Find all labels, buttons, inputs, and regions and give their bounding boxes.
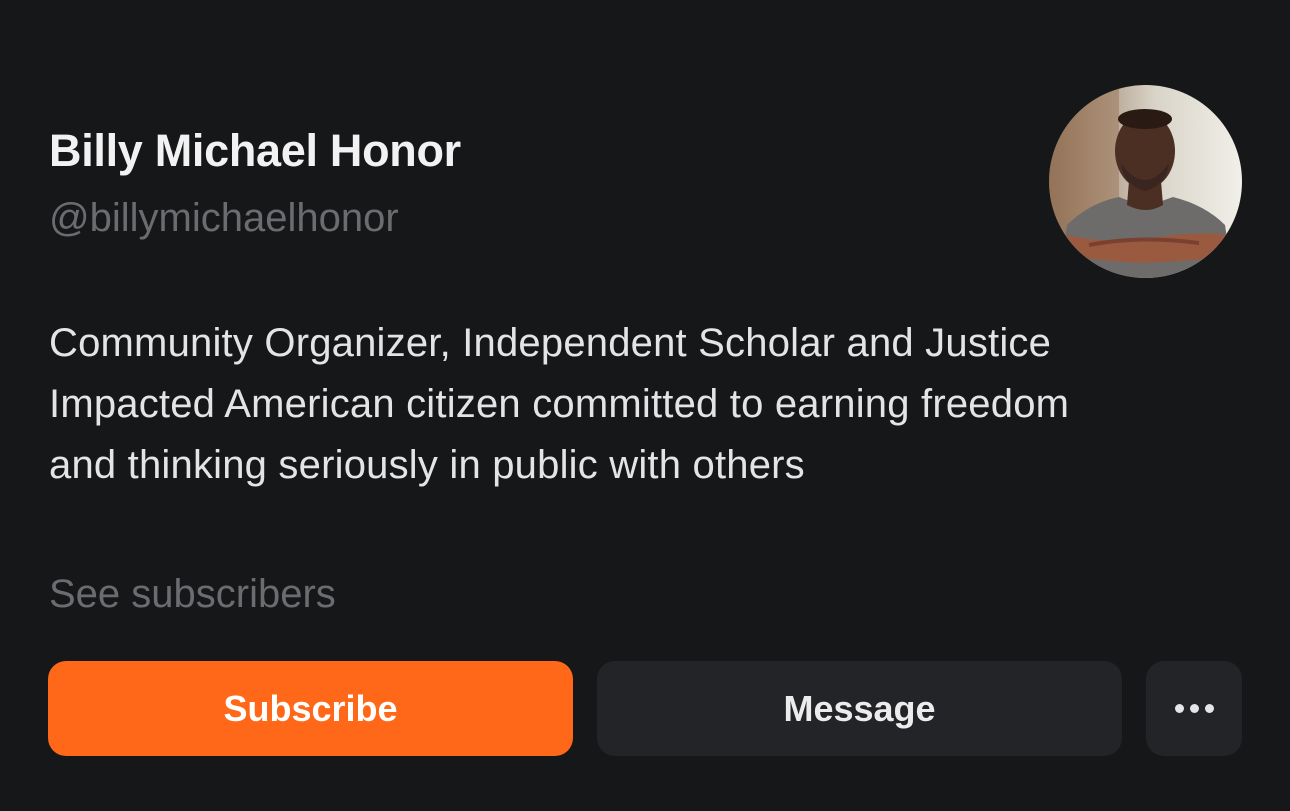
message-button-label: Message <box>783 687 936 729</box>
subscribe-button[interactable]: Subscribe <box>48 661 573 756</box>
bio-line: Community Organizer, Independent Scholar… <box>49 321 1052 365</box>
bio-line: Impacted American citizen committed to e… <box>49 382 1070 426</box>
see-subscribers-link[interactable]: See subscribers <box>49 569 336 619</box>
more-options-button[interactable] <box>1146 661 1242 756</box>
avatar-photo <box>1049 85 1242 278</box>
more-horizontal-icon <box>1174 704 1214 713</box>
message-button[interactable]: Message <box>597 661 1122 756</box>
subscribe-button-label: Subscribe <box>223 687 398 729</box>
profile-handle: @billymichaelhonor <box>49 196 399 240</box>
bio-line: and thinking seriously in public with ot… <box>49 443 805 487</box>
profile-name: Billy Michael Honor <box>49 125 461 176</box>
profile-card: Billy Michael Honor @billymichaelhonor C… <box>0 0 1290 811</box>
avatar[interactable] <box>1049 85 1242 278</box>
profile-bio: Community Organizer, Independent Scholar… <box>49 313 1249 496</box>
